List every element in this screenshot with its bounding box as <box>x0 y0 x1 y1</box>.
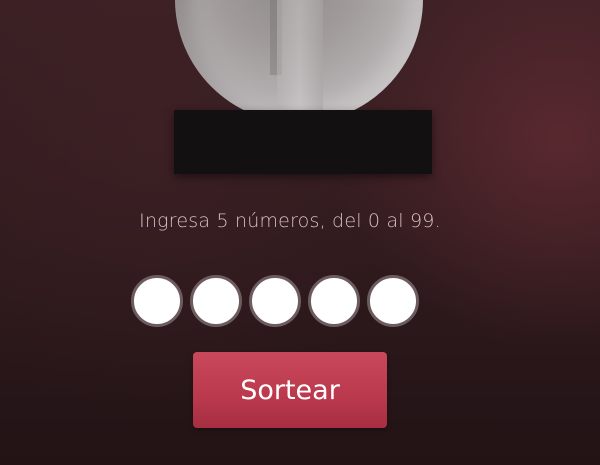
number-input-2[interactable] <box>190 275 242 327</box>
number-inputs <box>131 275 419 327</box>
number-input-1[interactable] <box>131 275 183 327</box>
globe-tube <box>277 0 323 115</box>
lottery-globe <box>175 0 423 123</box>
instruction-text: Ingresa 5 números, del 0 al 99. <box>139 210 441 232</box>
number-input-4[interactable] <box>308 275 360 327</box>
draw-button[interactable]: Sortear <box>193 352 387 428</box>
globe-stand <box>174 110 432 174</box>
number-input-3[interactable] <box>249 275 301 327</box>
number-input-5[interactable] <box>367 275 419 327</box>
